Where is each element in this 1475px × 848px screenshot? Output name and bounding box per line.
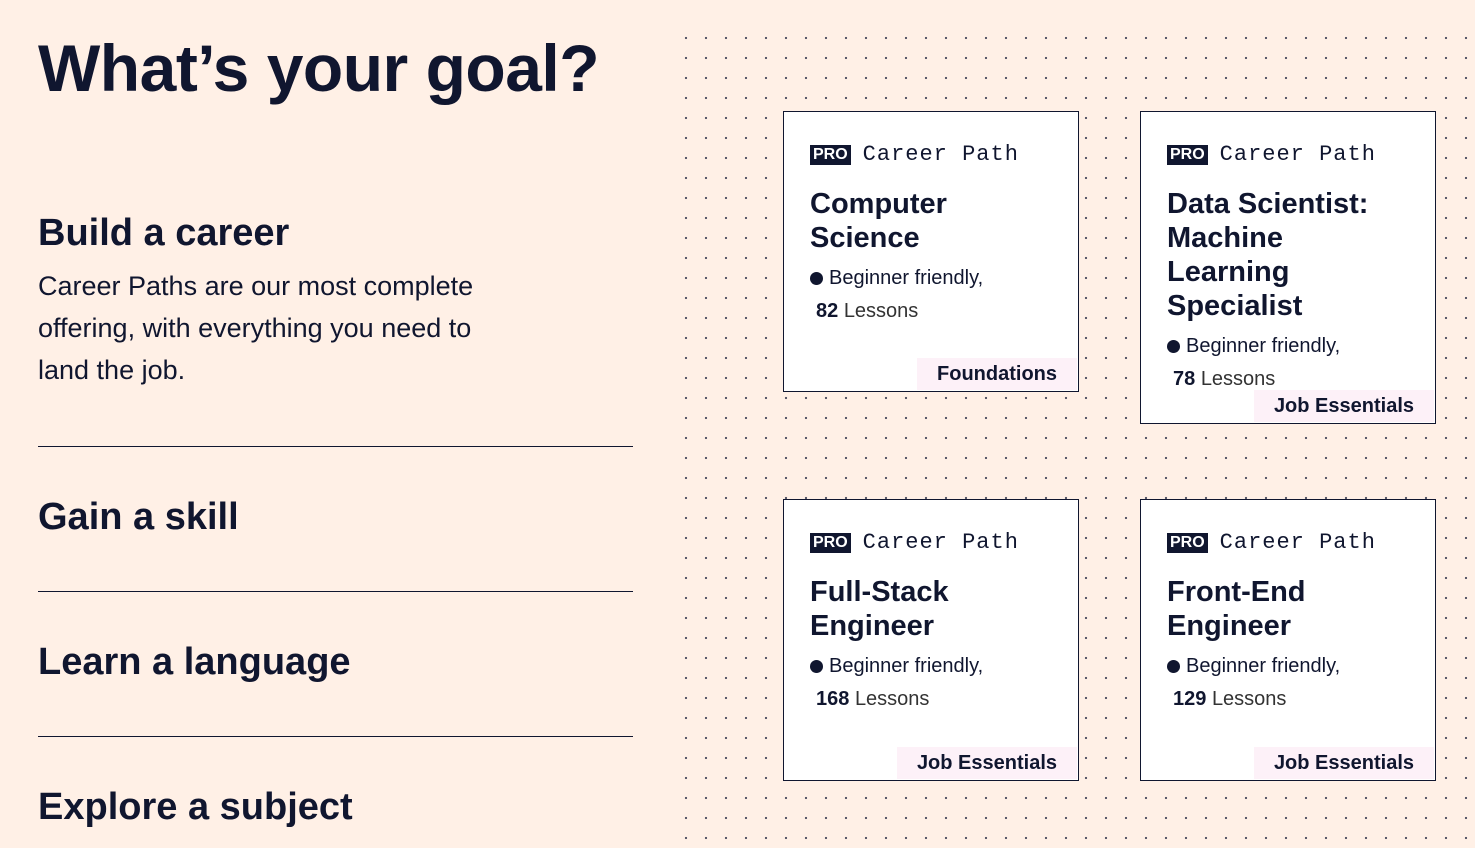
lessons-count: 129: [1173, 688, 1207, 710]
lessons-count: 82: [816, 300, 839, 322]
pro-badge: PRO: [810, 144, 851, 165]
goal-heading: Learn a language: [38, 641, 351, 683]
goal-explore-subject[interactable]: Explore a subject: [38, 786, 633, 829]
goal-gain-skill[interactable]: Gain a skill: [38, 496, 633, 539]
goal-heading: Build a career: [38, 212, 290, 254]
card-level: Beginner friendly,: [829, 655, 984, 677]
bullet-icon: [810, 660, 823, 673]
card-title: Computer Science: [810, 188, 947, 254]
page-title: What’s your goal?: [38, 31, 600, 105]
goal-build-career[interactable]: Build a career Career Paths are our most…: [38, 212, 633, 391]
card-title: Full-Stack Engineer: [810, 576, 949, 642]
bullet-icon: [1167, 340, 1180, 353]
card-title: Front-End Engineer: [1167, 576, 1306, 642]
pro-badge: PRO: [810, 532, 851, 553]
card-title: Data Scientist: Machine Learning Special…: [1167, 188, 1369, 322]
card-level: Beginner friendly,: [1186, 655, 1341, 677]
lessons-label: Lessons: [1211, 688, 1287, 710]
card-tag: Job Essentials: [1253, 390, 1434, 422]
pro-badge: PRO: [1167, 532, 1208, 553]
card-level: Beginner friendly,: [829, 267, 984, 289]
divider: [38, 736, 633, 737]
goal-heading: Gain a skill: [38, 496, 239, 538]
lessons-label: Lessons: [854, 688, 930, 710]
goal-description: Career Paths are our most complete offer…: [38, 271, 474, 385]
card-tag: Job Essentials: [1253, 747, 1434, 779]
pro-badge: PRO: [1167, 144, 1208, 165]
card-kind: Career Path: [862, 530, 1019, 555]
card-tag: Job Essentials: [896, 747, 1077, 779]
card-tag: Foundations: [917, 358, 1077, 390]
lessons-label: Lessons: [843, 300, 919, 322]
lessons-count: 78: [1173, 368, 1196, 390]
bullet-icon: [810, 272, 823, 285]
goal-heading: Explore a subject: [38, 786, 353, 828]
lessons-count: 168: [816, 688, 850, 710]
card-level: Beginner friendly,: [1186, 335, 1341, 357]
course-card[interactable]: PRO Career Path Data Scientist: Machine L…: [1140, 111, 1436, 424]
card-kind: Career Path: [1219, 530, 1376, 555]
lessons-label: Lessons: [1200, 368, 1276, 390]
goal-learn-language[interactable]: Learn a language: [38, 641, 633, 684]
bullet-icon: [1167, 660, 1180, 673]
course-card[interactable]: PRO Career Path Front-End Engineer Beginn…: [1140, 499, 1436, 781]
card-kind: Career Path: [862, 142, 1019, 167]
divider: [38, 591, 633, 592]
divider: [38, 446, 633, 447]
course-card[interactable]: PRO Career Path Computer Science Beginner…: [783, 111, 1079, 392]
card-kind: Career Path: [1219, 142, 1376, 167]
course-card[interactable]: PRO Career Path Full-Stack Engineer Begin…: [783, 499, 1079, 781]
